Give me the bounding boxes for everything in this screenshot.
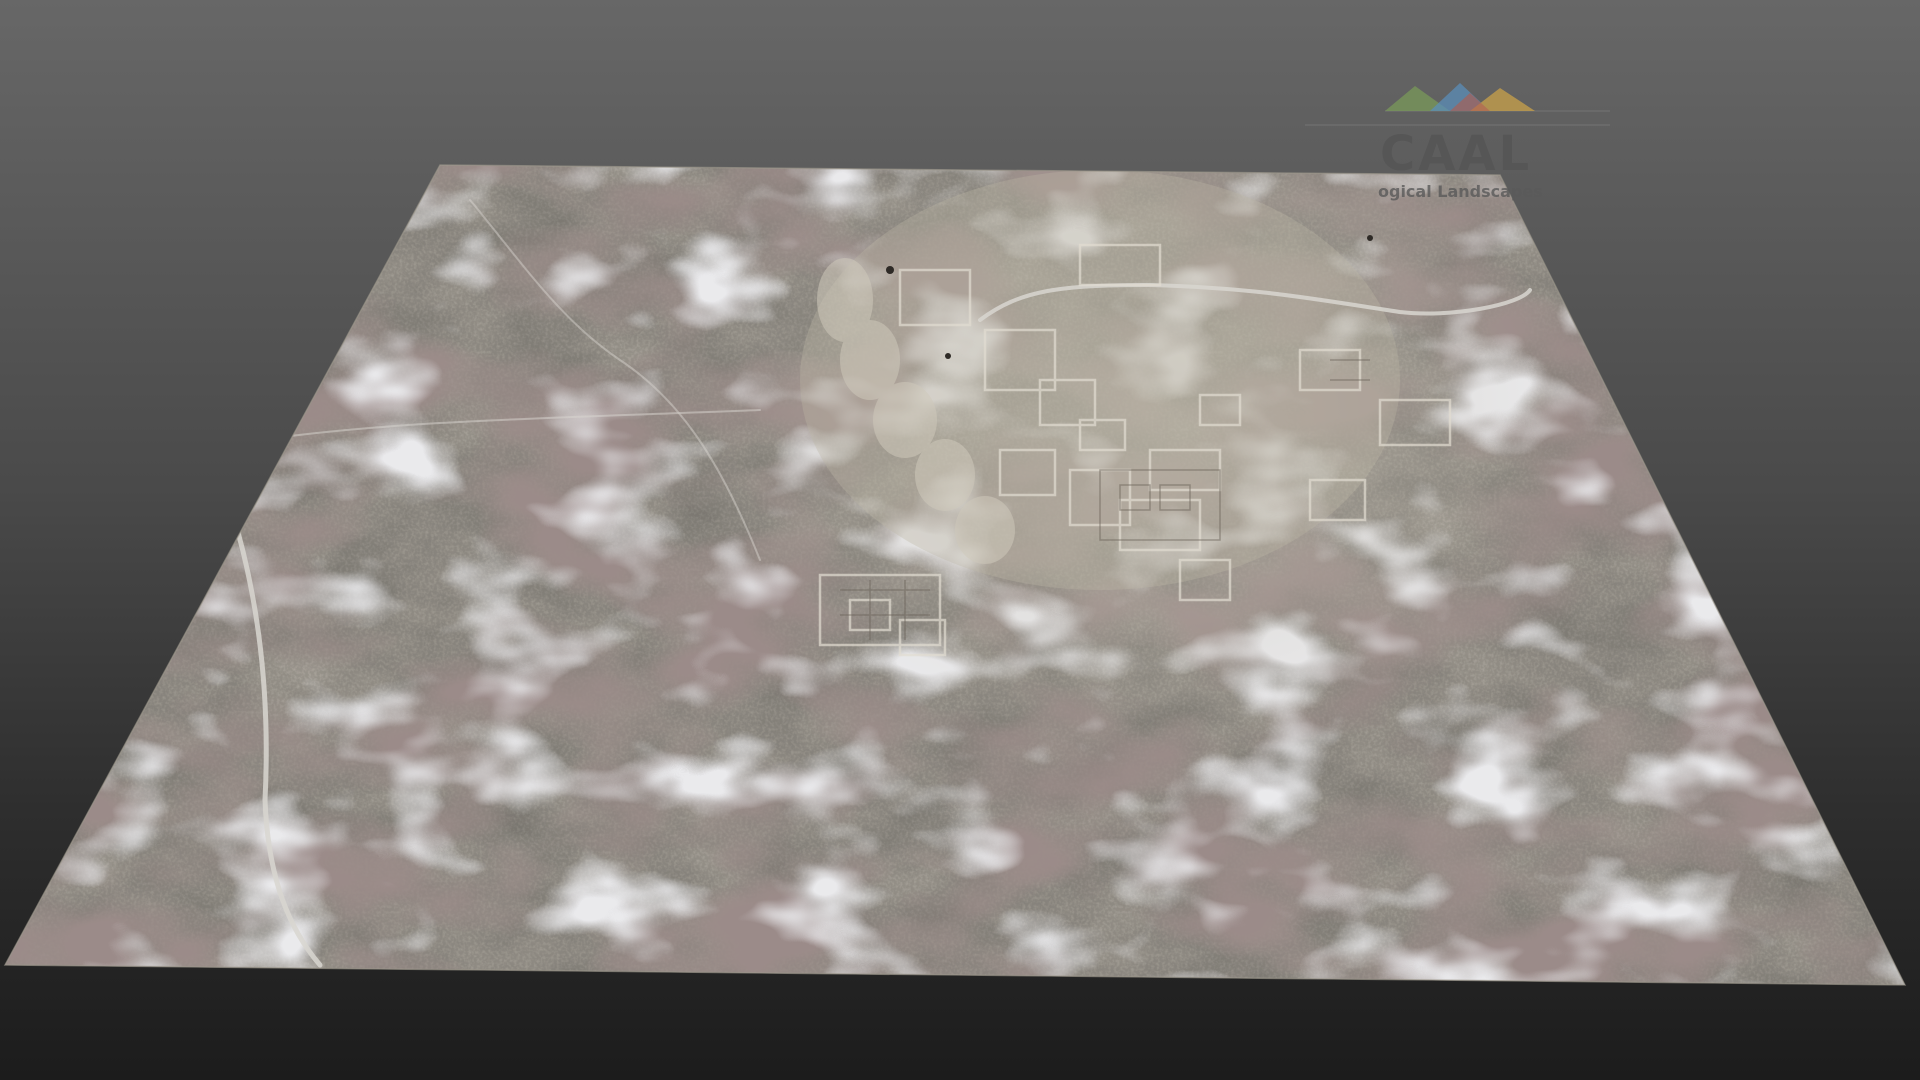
- terrain-surface: [5, 165, 1905, 985]
- 3d-model-viewport[interactable]: CAAL ogical Landscapes: [0, 0, 1920, 1080]
- logo-subtitle: ogical Landscapes: [1378, 182, 1543, 201]
- caal-logo-watermark: CAAL ogical Landscapes: [1300, 78, 1660, 208]
- logo-title: CAAL: [1380, 126, 1533, 182]
